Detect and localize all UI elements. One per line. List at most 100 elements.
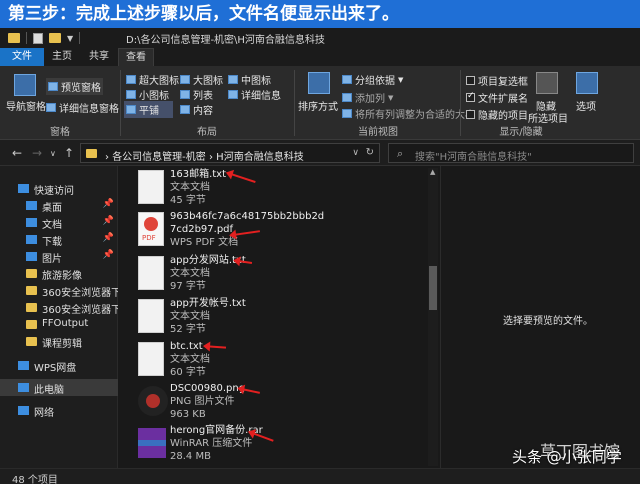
file-type: 文本文档 bbox=[170, 268, 210, 279]
folder-icon bbox=[86, 149, 97, 158]
ribbon-divider bbox=[294, 70, 295, 136]
nav-browser-download-1[interactable]: 360安全浏览器下载 bbox=[0, 282, 118, 299]
nav-ffoutput[interactable]: FFOutput bbox=[0, 316, 118, 333]
nav-travel[interactable]: 旅游影像 bbox=[0, 265, 118, 282]
list-item[interactable]: btc.txt 文本文档 60 字节 bbox=[134, 340, 434, 382]
folder-icon bbox=[8, 33, 20, 43]
list-button[interactable]: 列表 bbox=[180, 87, 213, 102]
content-label: 内容 bbox=[193, 106, 213, 117]
preview-pane-button[interactable]: 预览窗格 bbox=[46, 78, 103, 95]
png-icon bbox=[138, 386, 168, 416]
small-icons-label: 小图标 bbox=[139, 91, 169, 102]
layout-group-label: 布局 bbox=[197, 127, 217, 138]
forward-icon[interactable]: → bbox=[32, 146, 42, 160]
pin-icon[interactable]: 📌 bbox=[103, 250, 114, 260]
item-checkboxes-checkbox[interactable] bbox=[466, 76, 475, 85]
details-button[interactable]: 详细信息 bbox=[228, 87, 281, 102]
large-icons-button[interactable]: 大图标 bbox=[180, 72, 223, 87]
file-type: 文本文档 bbox=[170, 354, 210, 365]
nav-network[interactable]: 网络 bbox=[0, 402, 118, 419]
xl-icons-button[interactable]: 超大图标 bbox=[126, 72, 179, 87]
hidden-items-checkbox[interactable] bbox=[466, 110, 475, 119]
list-item[interactable]: app开发帐号.txt 文本文档 52 字节 bbox=[134, 297, 434, 339]
file-type: 文本文档 bbox=[170, 182, 210, 193]
new-folder-icon[interactable] bbox=[49, 33, 61, 43]
back-icon[interactable]: ← bbox=[12, 146, 22, 160]
file-extensions-checkbox[interactable] bbox=[466, 91, 475, 102]
scrollbar-thumb[interactable] bbox=[429, 266, 437, 310]
details-icon bbox=[228, 90, 238, 99]
file-list: 163邮箱.txt 文本文档 45 字节 PDF 963b46fc7a6c481… bbox=[118, 166, 440, 468]
item-checkboxes-toggle[interactable]: 项目复选框 bbox=[466, 73, 528, 88]
content-button[interactable]: 内容 bbox=[180, 102, 213, 117]
nav-quick-access[interactable]: 快速访问 bbox=[0, 180, 118, 197]
medium-icons-label: 中图标 bbox=[241, 76, 271, 87]
chevron-down-icon[interactable]: ▼ bbox=[67, 34, 73, 43]
hidden-items-toggle[interactable]: 隐藏的项目 bbox=[466, 107, 528, 122]
address-bar[interactable]: › 各公司信息管理-机密 › H河南合融信息科技 ∨ ↻ bbox=[80, 143, 380, 163]
toolbar-divider bbox=[26, 32, 27, 44]
file-type: 文本文档 bbox=[170, 311, 210, 322]
scroll-up-icon[interactable]: ▲ bbox=[430, 168, 435, 176]
pin-icon[interactable]: 📌 bbox=[103, 233, 114, 243]
current-view-group-label: 当前视图 bbox=[358, 127, 398, 138]
options-icon bbox=[576, 72, 598, 94]
nav-downloads[interactable]: 下载 📌 bbox=[0, 231, 118, 248]
nav-label: 桌面 bbox=[42, 203, 62, 214]
list-item[interactable]: 163邮箱.txt 文本文档 45 字节 bbox=[134, 168, 434, 210]
file-type: PNG 图片文件 bbox=[170, 396, 235, 407]
options-label: 选项 bbox=[576, 102, 596, 113]
nav-label: 旅游影像 bbox=[42, 271, 82, 282]
nav-this-pc[interactable]: 此电脑 bbox=[0, 379, 118, 396]
nav-label: 360安全浏览器下载 bbox=[42, 288, 118, 299]
up-icon[interactable]: ↑ bbox=[64, 146, 74, 160]
tab-view[interactable]: 查看 bbox=[118, 48, 154, 66]
nav-pane-icon bbox=[14, 74, 36, 96]
file-extensions-toggle[interactable]: 文件扩展名 bbox=[466, 90, 528, 105]
tab-file[interactable]: 文件 bbox=[0, 48, 44, 66]
medium-icons-button[interactable]: 中图标 bbox=[228, 72, 271, 87]
nav-label: 快速访问 bbox=[34, 186, 74, 197]
status-bar: 48 个项目 bbox=[0, 468, 640, 484]
nav-documents[interactable]: 文档 📌 bbox=[0, 214, 118, 231]
details-pane-button[interactable]: 详细信息窗格 bbox=[46, 100, 119, 115]
nav-desktop[interactable]: 桌面 📌 bbox=[0, 197, 118, 214]
folder-icon bbox=[26, 286, 37, 295]
pin-icon[interactable]: 📌 bbox=[103, 199, 114, 209]
vertical-scrollbar[interactable]: ▲ bbox=[428, 168, 438, 466]
search-input[interactable]: ⌕ 搜索"H河南合融信息科技" bbox=[388, 143, 634, 163]
nav-label: 下载 bbox=[42, 237, 62, 248]
tab-home[interactable]: 主页 bbox=[46, 48, 78, 66]
list-item[interactable]: app分发网站.txt 文本文档 97 字节 bbox=[134, 254, 434, 296]
crumb-2[interactable]: H河南合融信息科技 bbox=[216, 152, 304, 163]
small-icons-button[interactable]: 小图标 bbox=[126, 87, 169, 102]
list-label: 列表 bbox=[193, 91, 213, 102]
refresh-icon[interactable]: ↻ bbox=[366, 147, 374, 158]
crumb-1[interactable]: 各公司信息管理-机密 bbox=[112, 152, 206, 163]
nav-course[interactable]: 课程剪辑 bbox=[0, 333, 118, 350]
chevron-down-icon[interactable]: ∨ bbox=[50, 149, 56, 158]
nav-wps[interactable]: WPS网盘 bbox=[0, 357, 118, 374]
pictures-icon bbox=[26, 252, 37, 261]
file-size: 52 字节 bbox=[170, 324, 206, 335]
documents-icon bbox=[26, 218, 37, 227]
tiles-button[interactable]: 平铺 bbox=[124, 101, 173, 118]
sort-by-button[interactable]: 排序方式 bbox=[298, 98, 338, 113]
group-by-button[interactable]: 分组依据 ▼ bbox=[342, 72, 403, 87]
tutorial-banner: 第三步：完成上述步骤以后，文件名便显示出来了。 bbox=[0, 0, 640, 28]
properties-icon[interactable] bbox=[33, 32, 43, 44]
list-item[interactable]: DSC00980.png PNG 图片文件 963 KB bbox=[134, 382, 434, 424]
xl-icons-icon bbox=[126, 75, 136, 84]
fit-columns-button[interactable]: 将所有列调整为合适的大小 bbox=[342, 106, 475, 121]
nav-pictures[interactable]: 图片 📌 bbox=[0, 248, 118, 265]
options-button[interactable]: 选项 bbox=[576, 98, 596, 113]
add-column-button[interactable]: 添加列 ▼ bbox=[342, 90, 393, 105]
chevron-down-icon[interactable]: ∨ bbox=[352, 148, 359, 158]
nav-browser-download-2[interactable]: 360安全浏览器下载 bbox=[0, 299, 118, 316]
tab-share[interactable]: 共享 bbox=[82, 48, 116, 66]
list-item[interactable]: herong官网备份.rar WinRAR 压缩文件 28.4 MB bbox=[134, 424, 434, 466]
xl-icons-label: 超大图标 bbox=[139, 76, 179, 87]
pin-icon[interactable]: 📌 bbox=[103, 216, 114, 226]
list-item[interactable]: PDF 963b46fc7a6c48175bb2bbb2d 7cd2b97.pd… bbox=[134, 210, 434, 252]
txt-icon bbox=[138, 299, 164, 333]
